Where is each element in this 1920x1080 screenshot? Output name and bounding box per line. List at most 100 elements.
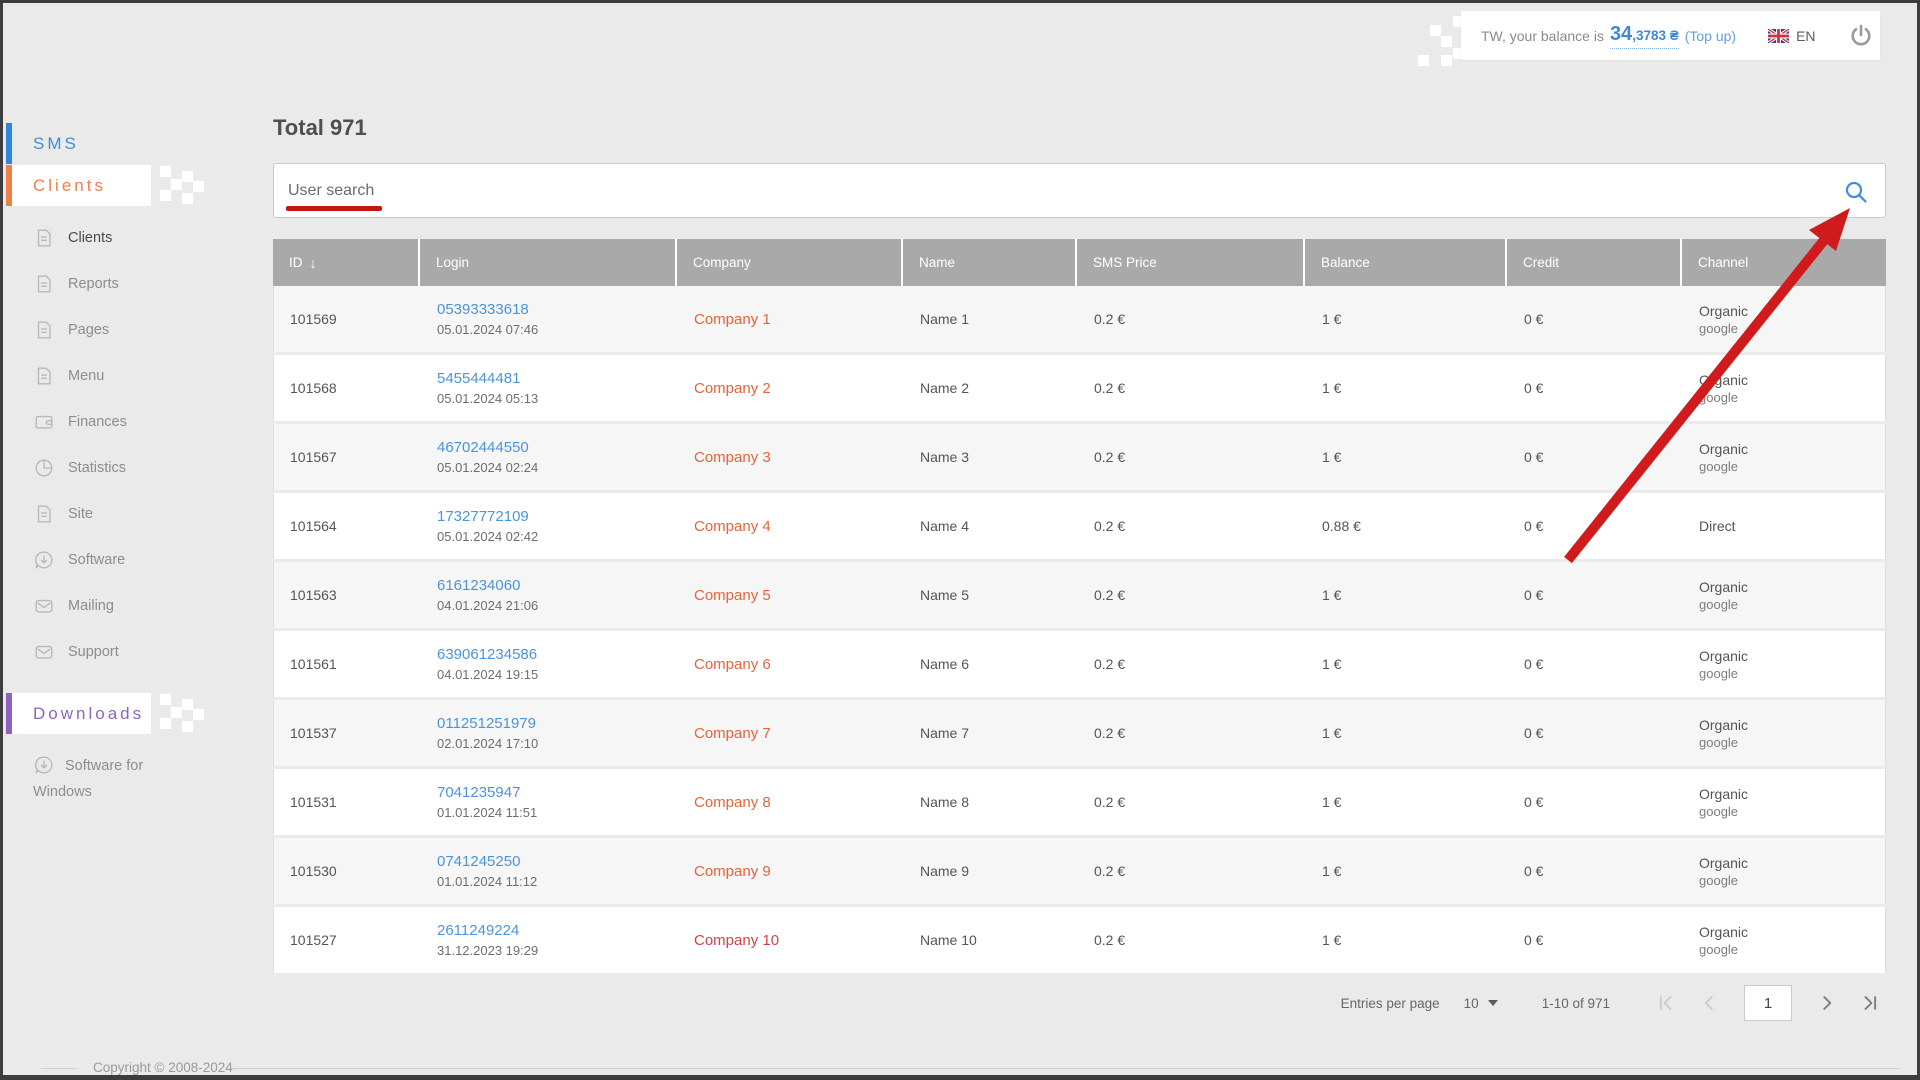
table-row[interactable]: 101564 17327772109 05.01.2024 02:42 Comp…: [273, 493, 1886, 559]
login-link[interactable]: 011251251979: [437, 715, 536, 732]
column-header-channel[interactable]: Channel: [1682, 239, 1886, 286]
sidebar-item-support[interactable]: Support: [3, 629, 213, 675]
search-button[interactable]: [1843, 179, 1869, 205]
balance-value[interactable]: 34,3783 ₴: [1609, 23, 1679, 49]
column-header-sms-price[interactable]: SMS Price: [1077, 239, 1305, 286]
table-row[interactable]: 101568 5455444481 05.01.2024 05:13 Compa…: [273, 355, 1886, 421]
cell-company[interactable]: Company 3: [678, 449, 904, 466]
cell-sms-price: 0.2 €: [1094, 449, 1126, 465]
login-link[interactable]: 17327772109: [437, 508, 529, 525]
cell-balance: 1 €: [1322, 587, 1342, 603]
entries-per-page-label: Entries per page: [1340, 995, 1440, 1011]
cell-channel: Organic google: [1699, 647, 1749, 681]
login-link[interactable]: 6161234060: [437, 577, 520, 594]
cell-credit: 0 €: [1524, 587, 1544, 603]
cell-name: Name 9: [920, 863, 970, 879]
cell-company[interactable]: Company 1: [678, 311, 904, 328]
column-header-name[interactable]: Name: [903, 239, 1077, 286]
table-row[interactable]: 101530 0741245250 01.01.2024 11:12 Compa…: [273, 838, 1886, 904]
cell-channel: Organic google: [1699, 716, 1749, 750]
table-row[interactable]: 101531 7041235947 01.01.2024 11:51 Compa…: [273, 769, 1886, 835]
table-row[interactable]: 101537 011251251979 02.01.2024 17:10 Com…: [273, 700, 1886, 766]
last-page-button[interactable]: [1856, 988, 1886, 1018]
language-label: EN: [1796, 27, 1816, 44]
cell-channel: Organic google: [1699, 785, 1749, 819]
column-header-balance[interactable]: Balance: [1305, 239, 1507, 286]
sidebar-item-label: Reports: [68, 276, 119, 292]
cell-channel: Organic google: [1699, 371, 1749, 405]
prev-page-button[interactable]: [1694, 988, 1724, 1018]
sidebar-item-site[interactable]: Site: [3, 491, 213, 537]
sidebar-item-label: Mailing: [68, 598, 114, 614]
login-link[interactable]: 2611249224: [437, 922, 519, 939]
top-up-link[interactable]: (Top up): [1685, 28, 1736, 44]
sidebar-item-pages[interactable]: Pages: [3, 307, 213, 353]
language-switcher[interactable]: EN: [1768, 27, 1816, 44]
login-link[interactable]: 46702444550: [437, 439, 529, 456]
logout-button[interactable]: [1848, 22, 1874, 50]
cell-id: 101564: [290, 518, 337, 534]
sidebar-item-reports[interactable]: Reports: [3, 261, 213, 307]
sms-section-label: SMS: [33, 133, 79, 153]
cell-sms-price: 0.2 €: [1094, 587, 1126, 603]
next-page-button[interactable]: [1812, 988, 1842, 1018]
login-link[interactable]: 639061234586: [437, 646, 537, 663]
login-link[interactable]: 05393333618: [437, 301, 529, 318]
first-page-icon: [1654, 992, 1676, 1014]
cell-channel: Organic google: [1699, 578, 1749, 612]
cell-company[interactable]: Company 4: [678, 518, 904, 535]
sidebar-section-sms[interactable]: SMS: [6, 123, 151, 164]
clients-section-label: Clients: [33, 175, 106, 195]
cell-balance: 1 €: [1322, 656, 1342, 672]
sidebar-item-software-for-windows[interactable]: Software for Windows: [33, 753, 168, 805]
cell-name: Name 1: [920, 311, 970, 327]
column-header-credit[interactable]: Credit: [1507, 239, 1682, 286]
column-header-login[interactable]: Login: [420, 239, 677, 286]
sort-descending-icon: ↓: [309, 254, 317, 271]
cell-id: 101568: [290, 380, 337, 396]
page-number-input[interactable]: [1744, 985, 1792, 1021]
cell-company[interactable]: Company 9: [678, 863, 904, 880]
cell-company[interactable]: Company 2: [678, 380, 904, 397]
login-link[interactable]: 0741245250: [437, 853, 520, 870]
column-header-id[interactable]: ID ↓: [273, 239, 420, 286]
login-date: 05.01.2024 05:13: [437, 391, 539, 406]
caret-down-icon: [1487, 1000, 1498, 1006]
table-row[interactable]: 101561 639061234586 04.01.2024 19:15 Com…: [273, 631, 1886, 697]
cell-credit: 0 €: [1524, 656, 1544, 672]
table-row[interactable]: 101527 2611249224 31.12.2023 19:29 Compa…: [273, 907, 1886, 973]
first-page-button[interactable]: [1650, 988, 1680, 1018]
sidebar-item-clients[interactable]: Clients: [3, 215, 213, 261]
sidebar-item-software[interactable]: Software: [3, 537, 213, 583]
table-row[interactable]: 101563 6161234060 04.01.2024 21:06 Compa…: [273, 562, 1886, 628]
cell-channel: Direct: [1699, 518, 1736, 534]
cell-sms-price: 0.2 €: [1094, 380, 1126, 396]
last-page-icon: [1860, 992, 1882, 1014]
login-link[interactable]: 7041235947: [437, 784, 520, 801]
download-bubble-icon: [33, 754, 55, 776]
login-link[interactable]: 5455444481: [437, 370, 520, 387]
cell-company[interactable]: Company 10: [678, 932, 904, 949]
table-row[interactable]: 101569 05393333618 05.01.2024 07:46 Comp…: [273, 286, 1886, 352]
sms-accent-bar: [6, 123, 12, 164]
cell-login: 7041235947 01.01.2024 11:51: [421, 784, 678, 820]
table-row[interactable]: 101567 46702444550 05.01.2024 02:24 Comp…: [273, 424, 1886, 490]
cell-company[interactable]: Company 6: [678, 656, 904, 673]
sidebar-item-label: Site: [68, 506, 93, 522]
sidebar-item-menu[interactable]: Menu: [3, 353, 213, 399]
cell-company[interactable]: Company 8: [678, 794, 904, 811]
mail-icon: [33, 641, 55, 663]
sidebar-section-downloads[interactable]: Downloads: [6, 693, 151, 734]
search-input[interactable]: [288, 164, 1828, 217]
sidebar-item-finances[interactable]: Finances: [3, 399, 213, 445]
cell-id: 101537: [290, 725, 337, 741]
sidebar-item-label: Software: [68, 552, 126, 568]
page-size-select[interactable]: 10: [1464, 996, 1498, 1011]
cell-company[interactable]: Company 5: [678, 587, 904, 604]
cell-company[interactable]: Company 7: [678, 725, 904, 742]
downloads-section-label: Downloads: [33, 703, 145, 723]
sidebar-item-mailing[interactable]: Mailing: [3, 583, 213, 629]
sidebar-section-clients[interactable]: Clients: [6, 165, 151, 206]
sidebar-item-statistics[interactable]: Statistics: [3, 445, 213, 491]
column-header-company[interactable]: Company: [677, 239, 903, 286]
